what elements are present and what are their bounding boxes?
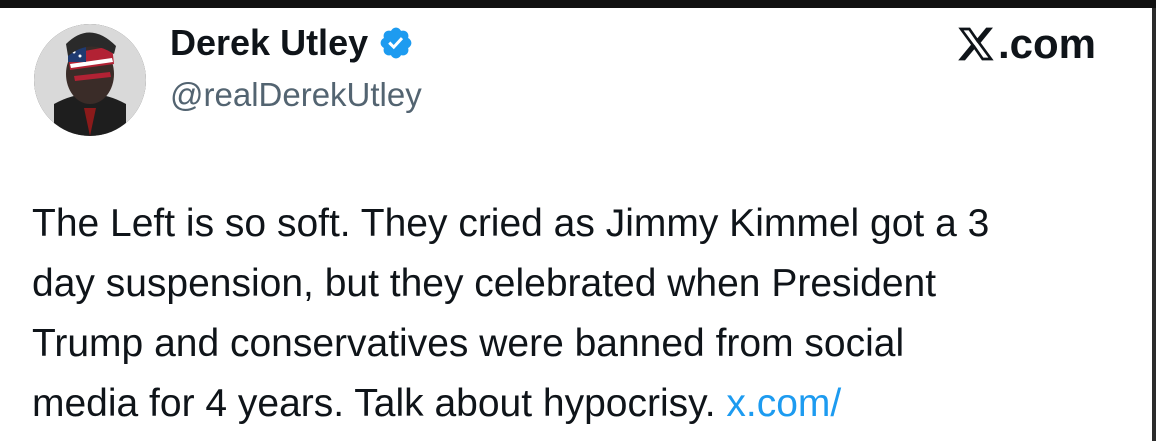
tweet-line: day suspension, but they celebrated when…	[32, 262, 937, 305]
x-brand: .com	[956, 20, 1096, 68]
avatar[interactable]	[34, 24, 146, 136]
avatar-image	[34, 24, 146, 136]
tweet-card: Derek Utley @realDerekUtley .com The Lef…	[0, 8, 1156, 441]
tweet-line: media for 4 years. Talk about hypocrisy.	[32, 382, 716, 425]
x-logo-icon	[958, 27, 994, 61]
tweet-text: The Left is so soft. They cried as Jimmy…	[32, 194, 1152, 434]
brand-label: .com	[997, 20, 1096, 67]
tweet-line: The Left is so soft. They cried as Jimmy…	[32, 202, 990, 245]
tweet-link[interactable]: x.com/	[726, 382, 841, 425]
page-edge	[1156, 0, 1170, 441]
author-handle[interactable]: @realDerekUtley	[170, 76, 422, 114]
author-display-name[interactable]: Derek Utley	[170, 22, 368, 64]
tweet-line: Trump and conservatives were banned from…	[32, 322, 905, 365]
author-name-row: Derek Utley	[170, 22, 414, 64]
verified-badge-icon	[380, 27, 412, 59]
